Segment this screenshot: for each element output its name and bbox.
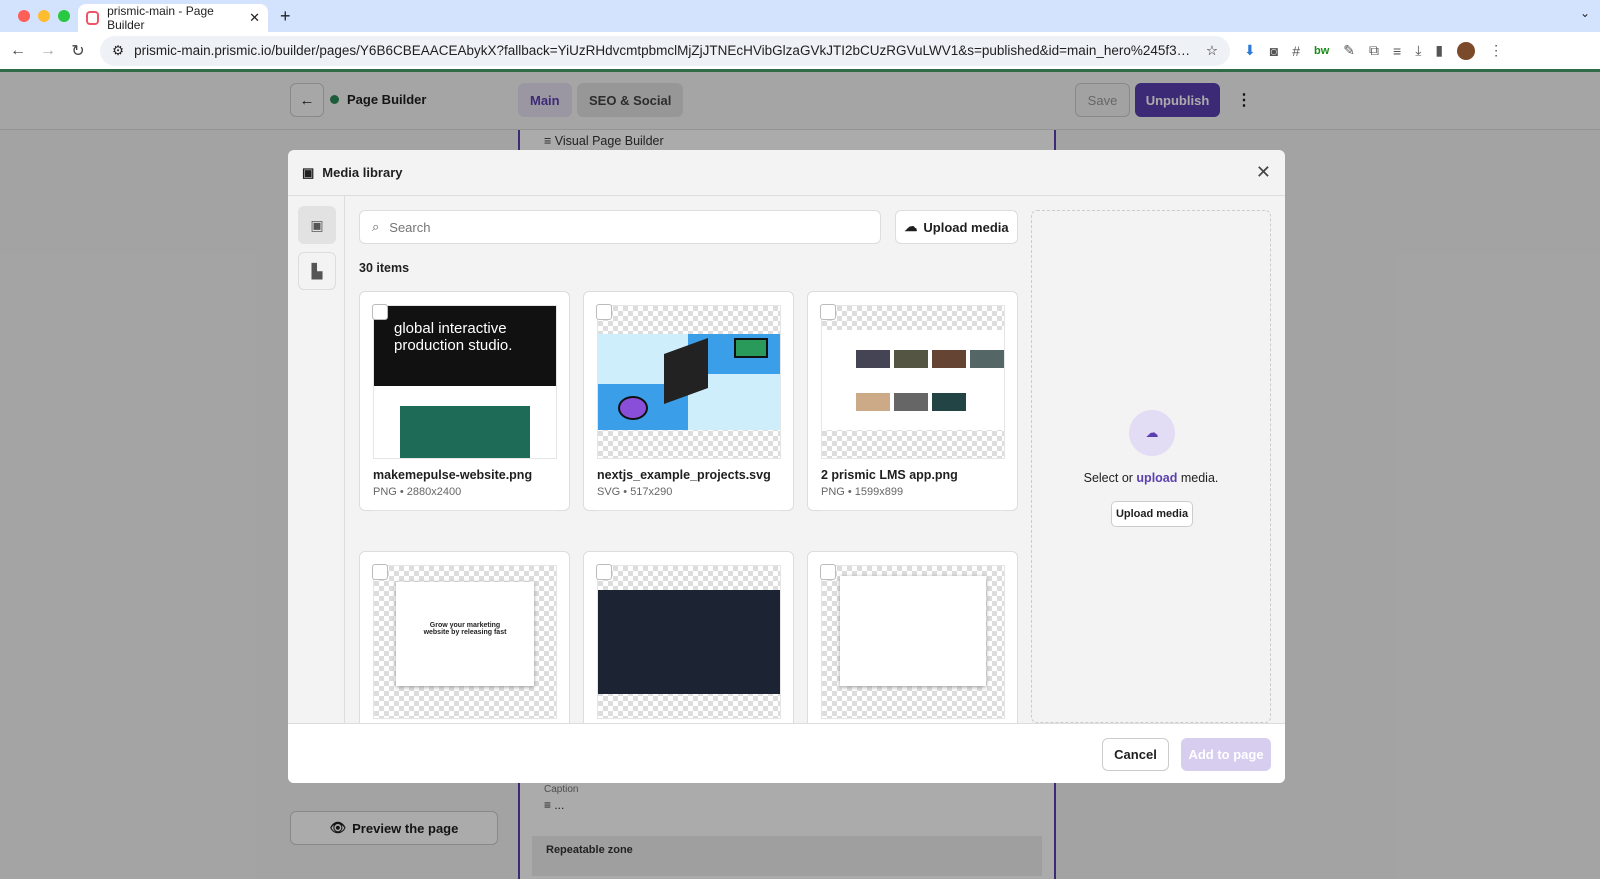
thumbnail bbox=[597, 565, 781, 719]
modal-title: Media library bbox=[322, 165, 403, 180]
thumbnail bbox=[821, 565, 1005, 719]
media-card[interactable]: 2 prismic LMS app.png PNG • 1599x899 bbox=[807, 291, 1018, 511]
hash-icon[interactable]: # bbox=[1292, 43, 1300, 59]
sidepanel-icon[interactable]: ▮ bbox=[1435, 42, 1443, 59]
thumbnail bbox=[597, 305, 781, 459]
image-icon: ▣ bbox=[310, 216, 324, 233]
browser-toolbar: ← → ↻ ⚙ prismic-main.prismic.io/builder/p… bbox=[0, 32, 1600, 72]
item-count: 30 items bbox=[359, 261, 410, 275]
media-card[interactable] bbox=[583, 551, 794, 723]
back-icon[interactable]: ← bbox=[10, 42, 26, 60]
playlist-icon[interactable]: ≡ bbox=[1393, 43, 1401, 59]
bw-ext-icon[interactable]: bw bbox=[1314, 45, 1329, 57]
close-icon[interactable]: ✕ bbox=[1256, 162, 1271, 183]
reload-icon[interactable]: ↻ bbox=[70, 41, 86, 61]
media-card[interactable] bbox=[807, 551, 1018, 723]
select-checkbox[interactable] bbox=[596, 564, 612, 580]
upload-link[interactable]: upload bbox=[1136, 471, 1177, 485]
address-bar[interactable]: ⚙ prismic-main.prismic.io/builder/pages/Y… bbox=[100, 35, 1230, 66]
menu-icon[interactable]: ⋮ bbox=[1489, 42, 1503, 59]
avatar[interactable] bbox=[1457, 41, 1476, 60]
extensions: ⬇ ◙ # bw ✎ ⧉ ≡ ⤓ ▮ ⋮ bbox=[1244, 41, 1503, 60]
upload-dropzone[interactable]: ☁ Select or upload media. Upload media bbox=[1031, 210, 1271, 723]
media-card[interactable]: global interactive production studio. ma… bbox=[359, 291, 570, 511]
site-settings-icon[interactable]: ⚙ bbox=[112, 43, 124, 59]
pen-icon[interactable]: ✎ bbox=[1343, 42, 1355, 59]
thumbnail bbox=[821, 305, 1005, 459]
images-tab-button[interactable]: ▣ bbox=[298, 206, 336, 244]
puzzle-icon[interactable]: ⧉ bbox=[1369, 42, 1379, 59]
thumbnail: global interactive production studio. bbox=[373, 305, 557, 459]
bookmark-star-icon[interactable]: ☆ bbox=[1206, 43, 1218, 59]
chevron-down-icon[interactable]: ⌄ bbox=[1580, 6, 1590, 20]
close-tab-icon[interactable]: ✕ bbox=[249, 10, 260, 26]
search-field[interactable]: ⌕ bbox=[359, 210, 881, 244]
upload-media-button-panel[interactable]: Upload media bbox=[1111, 501, 1193, 527]
thumbnail: Grow your marketing website by releasing… bbox=[373, 565, 557, 719]
cloud-upload-icon: ☁ bbox=[1129, 410, 1175, 456]
cancel-button[interactable]: Cancel bbox=[1102, 738, 1169, 771]
media-grid: global interactive production studio. ma… bbox=[359, 291, 1019, 723]
forward-icon[interactable]: → bbox=[40, 42, 56, 60]
window-controls[interactable] bbox=[18, 10, 70, 22]
unsplash-tab-button[interactable]: ▙ bbox=[298, 252, 336, 290]
browser-tabbar: prismic-main - Page Builder ✕ + ⌄ bbox=[0, 0, 1600, 32]
media-card[interactable]: Grow your marketing website by releasing… bbox=[359, 551, 570, 723]
media-library-modal: ▣Media library✕ ▣ ▙ ⌕ ☁Upload media 30 i… bbox=[288, 150, 1285, 783]
select-checkbox[interactable] bbox=[820, 304, 836, 320]
new-tab-icon[interactable]: + bbox=[280, 6, 291, 27]
search-input[interactable] bbox=[389, 219, 868, 235]
download-icon[interactable]: ⤓ bbox=[1415, 42, 1421, 59]
media-card[interactable]: nextjs_example_projects.svg SVG • 517x290 bbox=[583, 291, 794, 511]
prismic-favicon-icon bbox=[86, 11, 100, 25]
select-checkbox[interactable] bbox=[372, 304, 388, 320]
cloud-upload-icon: ☁ bbox=[904, 219, 918, 234]
upload-media-button[interactable]: ☁ Upload media bbox=[895, 210, 1018, 244]
download-ext-icon[interactable]: ⬇ bbox=[1244, 42, 1256, 59]
camera-icon[interactable]: ◙ bbox=[1270, 43, 1278, 59]
unsplash-icon: ▙ bbox=[311, 262, 323, 279]
select-checkbox[interactable] bbox=[820, 564, 836, 580]
image-icon: ▣ bbox=[302, 164, 315, 180]
search-icon: ⌕ bbox=[372, 219, 380, 234]
select-checkbox[interactable] bbox=[596, 304, 612, 320]
select-checkbox[interactable] bbox=[372, 564, 388, 580]
add-to-page-button[interactable]: Add to page bbox=[1181, 738, 1271, 771]
browser-tab[interactable]: prismic-main - Page Builder ✕ bbox=[78, 4, 268, 32]
